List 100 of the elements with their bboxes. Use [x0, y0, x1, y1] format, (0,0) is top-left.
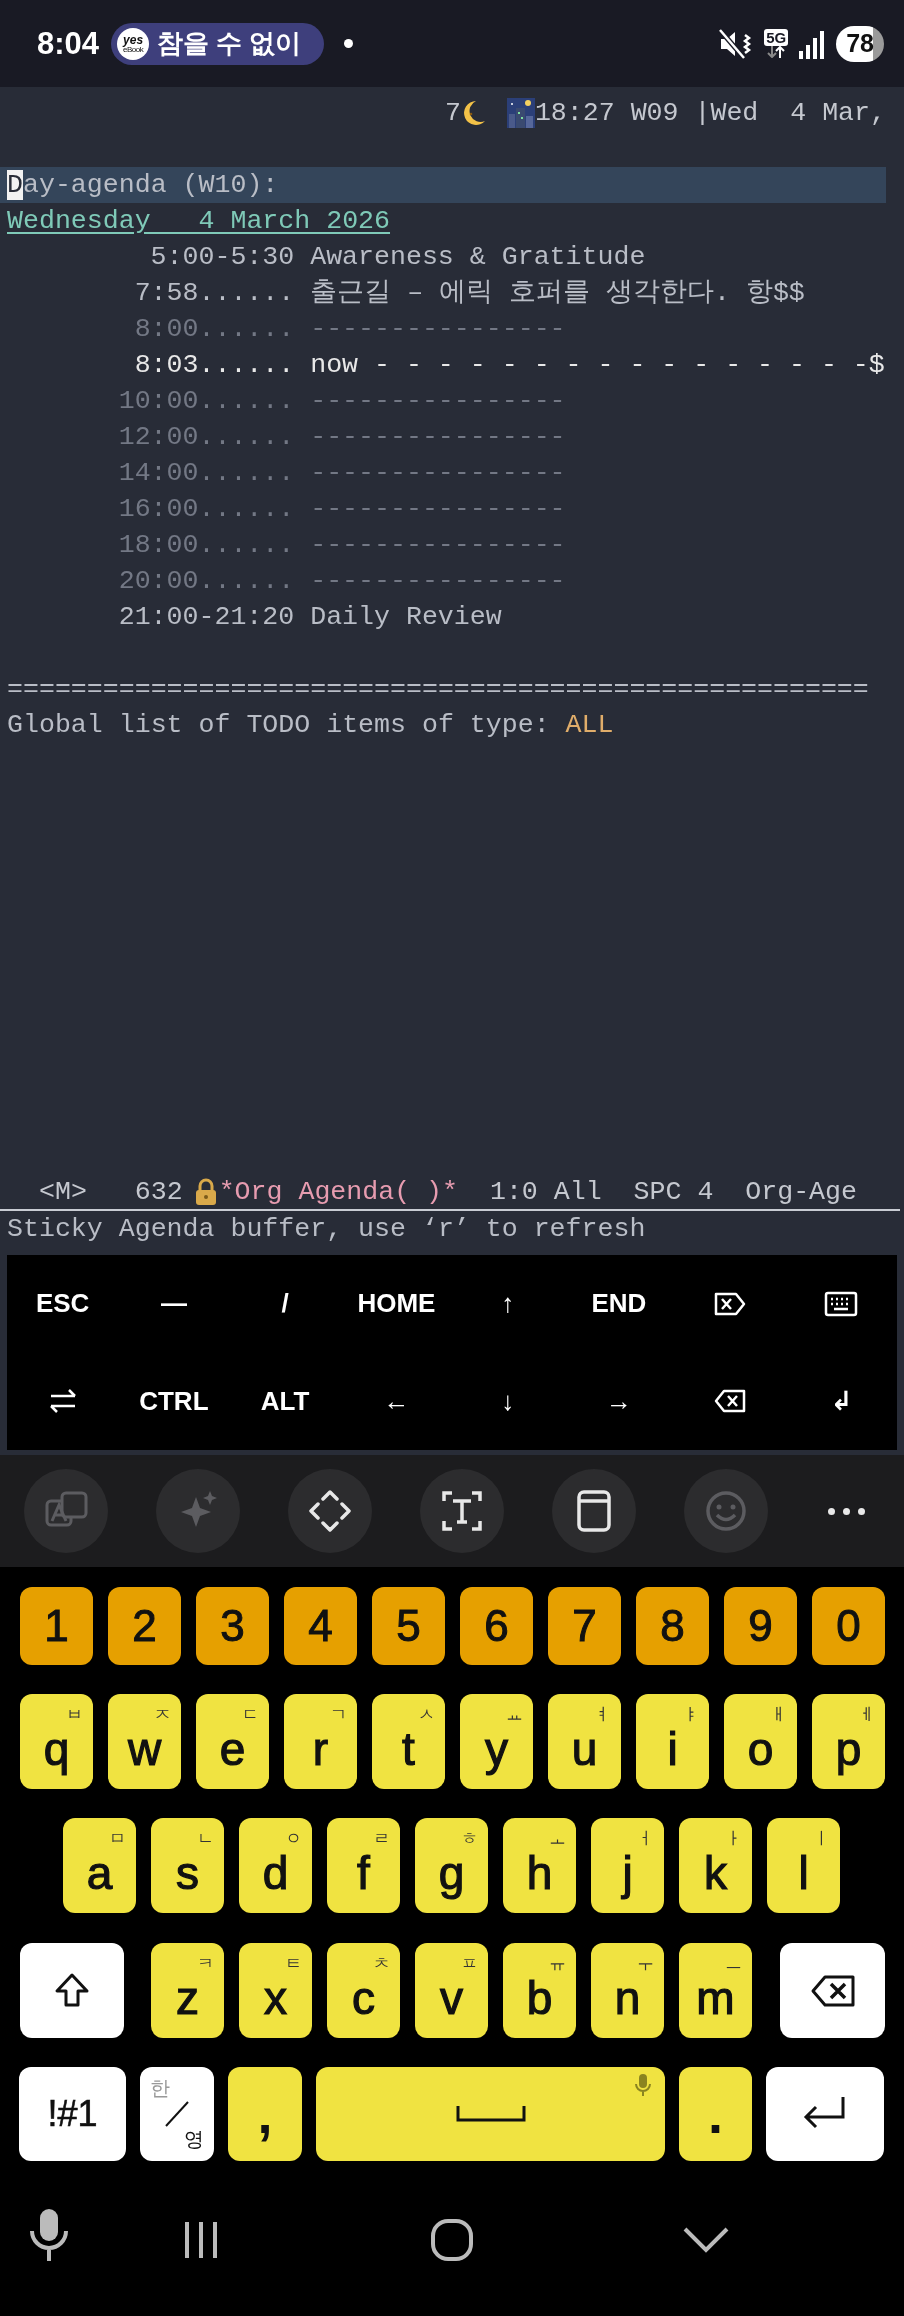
letter-key[interactable]: b ㅠ	[503, 1943, 576, 2038]
slash-icon	[162, 2099, 192, 2129]
hangul-hint: ㅏ	[725, 1828, 742, 1850]
hangul-hint: ㅋ	[197, 1953, 214, 1975]
hangul-hint: ㄱ	[330, 1704, 347, 1726]
number-key[interactable]: 8	[636, 1587, 709, 1665]
backspace-key[interactable]	[780, 1943, 885, 2038]
time-grid-line: ----------------	[310, 421, 566, 454]
number-key[interactable]: 3	[196, 1587, 269, 1665]
extra-key[interactable]: ←	[340, 1352, 452, 1450]
letter-key[interactable]: m ㅡ	[679, 1943, 752, 2038]
separator-line: ======================================================	[7, 674, 869, 704]
number-key[interactable]: 0	[812, 1587, 885, 1665]
voice-input-icon[interactable]	[27, 2206, 71, 2263]
time-grid-line: ----------------	[310, 385, 566, 418]
extra-key[interactable]: CTRL	[118, 1352, 230, 1450]
extra-key[interactable]: HOME	[340, 1255, 452, 1353]
hangul-hint: ㅡ	[725, 1953, 742, 1975]
hangul-hint: ㄷ	[242, 1704, 259, 1726]
time-grid-line: ----------------	[310, 529, 566, 562]
agenda-date: Wednesday 4 March 2026	[7, 206, 390, 236]
agenda-entry: Awareness & Gratitude	[310, 241, 646, 274]
extra-key[interactable]: ALT	[229, 1352, 341, 1450]
number-key[interactable]: 4	[284, 1587, 357, 1665]
clock-time: 8:04	[37, 25, 100, 62]
letter-key[interactable]: c ㅊ	[327, 1943, 400, 2038]
comma-key[interactable]: ,	[228, 2067, 302, 2161]
home-icon[interactable]	[430, 2217, 474, 2262]
agenda-entry: 출근길 – 에릭 호퍼를 생각한다. 항$$	[310, 277, 805, 310]
letter-key[interactable]: e ㄷ	[196, 1694, 269, 1789]
extra-key[interactable]: /	[229, 1255, 341, 1353]
extra-key[interactable]: ↑	[452, 1255, 564, 1353]
agenda-time: 18:00......	[118, 529, 295, 562]
number-key[interactable]: 7	[548, 1587, 621, 1665]
buffer-size: 632	[134, 1176, 183, 1209]
agenda-title: Day-agenda (W10):	[0, 167, 886, 203]
echo-message: Sticky Agenda buffer, use ‘r’ to refresh	[7, 1214, 646, 1244]
extra-key[interactable]: ―	[118, 1255, 230, 1353]
time-grid-line: ----------------	[310, 565, 566, 598]
notification-dot	[343, 39, 353, 48]
letter-key[interactable]: z ㅋ	[151, 1943, 224, 2038]
hangul-hint: ㅜ	[637, 1953, 654, 1975]
hangul-hint: ㅔ	[858, 1704, 875, 1726]
agenda-time: 7:58......	[133, 277, 295, 310]
agenda-time: 8:00......	[133, 313, 295, 346]
letter-key[interactable]: x ㅌ	[239, 1943, 312, 2038]
space-icon	[455, 2104, 526, 2124]
agenda-time: 10:00......	[118, 385, 295, 418]
letter-key[interactable]: h ㅗ	[503, 1818, 576, 1913]
agenda-time: 16:00......	[118, 493, 295, 526]
hide-keyboard-icon[interactable]	[682, 2225, 730, 2254]
letter-key[interactable]: g ㅎ	[415, 1818, 488, 1913]
major-mode: Org-Age	[745, 1176, 857, 1209]
symbols-key[interactable]: !#1	[19, 2067, 126, 2161]
extra-key[interactable]: END	[563, 1255, 675, 1353]
letter-key[interactable]: v ㅍ	[415, 1943, 488, 2038]
letter-key[interactable]: n ㅜ	[591, 1943, 664, 2038]
letter-key[interactable]: q ㅂ	[20, 1694, 93, 1789]
mic-icon	[635, 2073, 651, 2097]
hangul-hint: ㅓ	[637, 1828, 654, 1850]
letter-key[interactable]: k ㅏ	[679, 1818, 752, 1913]
extra-key[interactable]: ↲	[785, 1352, 897, 1450]
hangul-hint: ㅑ	[682, 1704, 699, 1726]
extra-key[interactable]: →	[563, 1352, 675, 1450]
hangul-hint: ㅇ	[285, 1828, 302, 1850]
letter-key[interactable]: o ㅐ	[724, 1694, 797, 1789]
extra-key[interactable]: ↓	[452, 1352, 564, 1450]
shift-key[interactable]	[20, 1943, 124, 2038]
number-key[interactable]: 9	[724, 1587, 797, 1665]
enter-key[interactable]	[766, 2067, 884, 2161]
letter-key[interactable]: w ㅈ	[108, 1694, 181, 1789]
letter-key[interactable]: d ㅇ	[239, 1818, 312, 1913]
move-icon	[308, 1489, 352, 1533]
letter-key[interactable]: l ㅣ	[767, 1818, 840, 1913]
period-key[interactable]: .	[679, 2067, 752, 2161]
letter-key[interactable]: t ㅅ	[372, 1694, 445, 1789]
extra-key[interactable]: ESC	[7, 1255, 119, 1353]
letter-key[interactable]: p ㅔ	[812, 1694, 885, 1789]
letter-key[interactable]: j ㅓ	[591, 1818, 664, 1913]
hangul-hint: ㅊ	[373, 1953, 390, 1975]
moon-count: 7	[444, 97, 461, 130]
number-key[interactable]: 6	[460, 1587, 533, 1665]
letter-key[interactable]: s ㄴ	[151, 1818, 224, 1913]
agenda-time: 21:00-21:20	[118, 601, 295, 634]
number-key[interactable]: 5	[372, 1587, 445, 1665]
letter-key[interactable]: y ㅛ	[460, 1694, 533, 1789]
letter-key[interactable]: a ㅁ	[63, 1818, 136, 1913]
hangul-hint: ㄴ	[197, 1828, 214, 1850]
letter-key[interactable]: f ㄹ	[327, 1818, 400, 1913]
todo-heading: Global list of TODO items of type:	[7, 710, 550, 740]
number-key[interactable]: 2	[108, 1587, 181, 1665]
notification-pill[interactable]: yes eBook 참을 수 없이	[111, 22, 324, 65]
hangul-hint: ㅅ	[418, 1704, 435, 1726]
time-grid-line: ----------------	[310, 457, 566, 490]
letter-key[interactable]: u ㅕ	[548, 1694, 621, 1789]
number-key[interactable]: 1	[20, 1587, 93, 1665]
header-clock: 18:27 W09 |Wed 4 Mar,	[534, 97, 886, 130]
language-key[interactable]: 한 영	[140, 2067, 214, 2161]
letter-key[interactable]: r ㄱ	[284, 1694, 357, 1789]
letter-key[interactable]: i ㅑ	[636, 1694, 709, 1789]
